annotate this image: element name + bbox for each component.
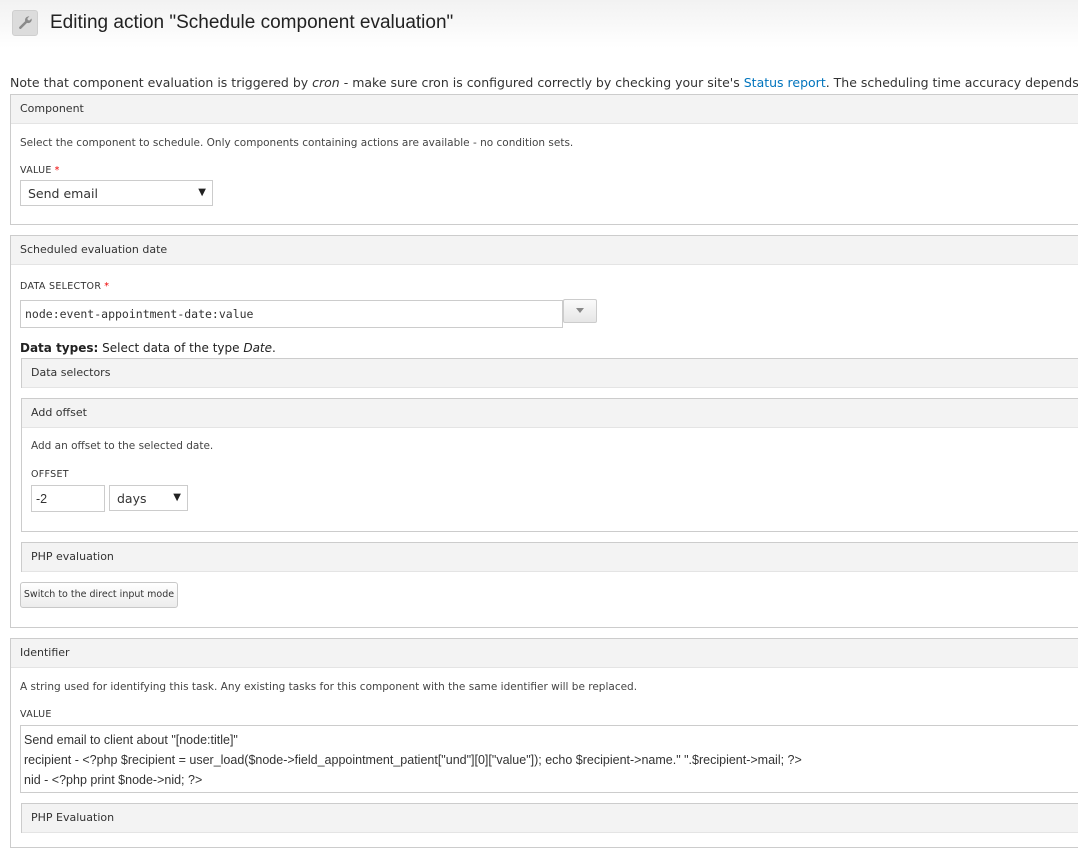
status-report-link[interactable]: Status report (744, 75, 826, 90)
wrench-icon (12, 10, 38, 36)
data-types-text: Select data of the type (98, 341, 244, 355)
offset-unit-value: days (117, 491, 147, 506)
identifier-legend: Identifier (11, 639, 1078, 668)
cron-note: Note that component evaluation is trigge… (10, 75, 1078, 90)
component-fieldset: Component Select the component to schedu… (10, 94, 1078, 225)
scheduled-date-fieldset: Scheduled evaluation date DATA SELECTOR *… (10, 235, 1078, 628)
data-types-line: Data types: Select data of the type Date… (20, 341, 276, 355)
data-selector-label: DATA SELECTOR * (20, 281, 109, 292)
component-description: Select the component to schedule. Only c… (20, 137, 574, 149)
note-text-before: Note that component evaluation is trigge… (10, 75, 313, 90)
offset-value-input[interactable]: -2 (31, 485, 105, 512)
data-types-label: Data types: (20, 341, 99, 355)
data-types-em: Date (243, 341, 273, 355)
autocomplete-toggle-button[interactable] (563, 299, 597, 323)
component-select[interactable]: Send email ▼ (20, 180, 213, 206)
dropdown-arrow-icon: ▼ (173, 492, 181, 503)
php-evaluation-fieldset[interactable]: PHP evaluation (21, 542, 1078, 572)
component-legend: Component (11, 95, 1078, 124)
identifier-fieldset: Identifier A string used for identifying… (10, 638, 1078, 848)
dropdown-arrow-icon: ▼ (198, 187, 206, 198)
identifier-line: recipient - <?php $recipient = user_load… (24, 753, 802, 767)
scheduled-date-legend: Scheduled evaluation date (11, 236, 1078, 265)
data-types-end: . (272, 341, 276, 355)
identifier-description: A string used for identifying this task.… (20, 681, 638, 693)
data-selectors-legend[interactable]: Data selectors (22, 359, 1078, 388)
data-selector-label-text: DATA SELECTOR (20, 281, 102, 292)
data-selectors-fieldset[interactable]: Data selectors (21, 358, 1078, 388)
identifier-value-label: VALUE (20, 709, 52, 720)
add-offset-description: Add an offset to the selected date. (31, 440, 214, 452)
add-offset-fieldset: Add offset Add an offset to the selected… (21, 398, 1078, 532)
note-text-middle: - make sure cron is configured correctly… (339, 75, 744, 90)
caret-down-icon (576, 308, 584, 313)
switch-direct-input-button[interactable]: Switch to the direct input mode (20, 582, 178, 608)
add-offset-legend: Add offset (22, 399, 1078, 428)
required-marker: * (54, 165, 60, 176)
required-marker: * (104, 281, 110, 292)
component-value-label: VALUE * (20, 165, 60, 176)
page-header: Editing action "Schedule component evalu… (0, 0, 1078, 48)
identifier-php-evaluation-legend[interactable]: PHP Evaluation (22, 804, 1078, 833)
component-value-label-text: VALUE (20, 165, 52, 176)
page-title: Editing action "Schedule component evalu… (50, 12, 454, 33)
note-text-after: . The scheduling time accuracy depends o… (825, 75, 1078, 90)
identifier-php-evaluation-fieldset[interactable]: PHP Evaluation (21, 803, 1078, 833)
note-emphasis: cron (312, 75, 340, 90)
data-selector-input[interactable]: node:event-appointment-date:value (20, 300, 563, 328)
component-selected-value: Send email (28, 186, 98, 201)
identifier-textarea[interactable]: Send email to client about "[node:title]… (20, 725, 1078, 793)
identifier-line: Send email to client about "[node:title]… (24, 733, 238, 747)
identifier-line: nid - <?php print $node->nid; ?> (24, 773, 203, 787)
php-evaluation-legend[interactable]: PHP evaluation (22, 543, 1078, 572)
offset-unit-select[interactable]: days ▼ (109, 485, 188, 511)
offset-label: OFFSET (31, 469, 69, 480)
